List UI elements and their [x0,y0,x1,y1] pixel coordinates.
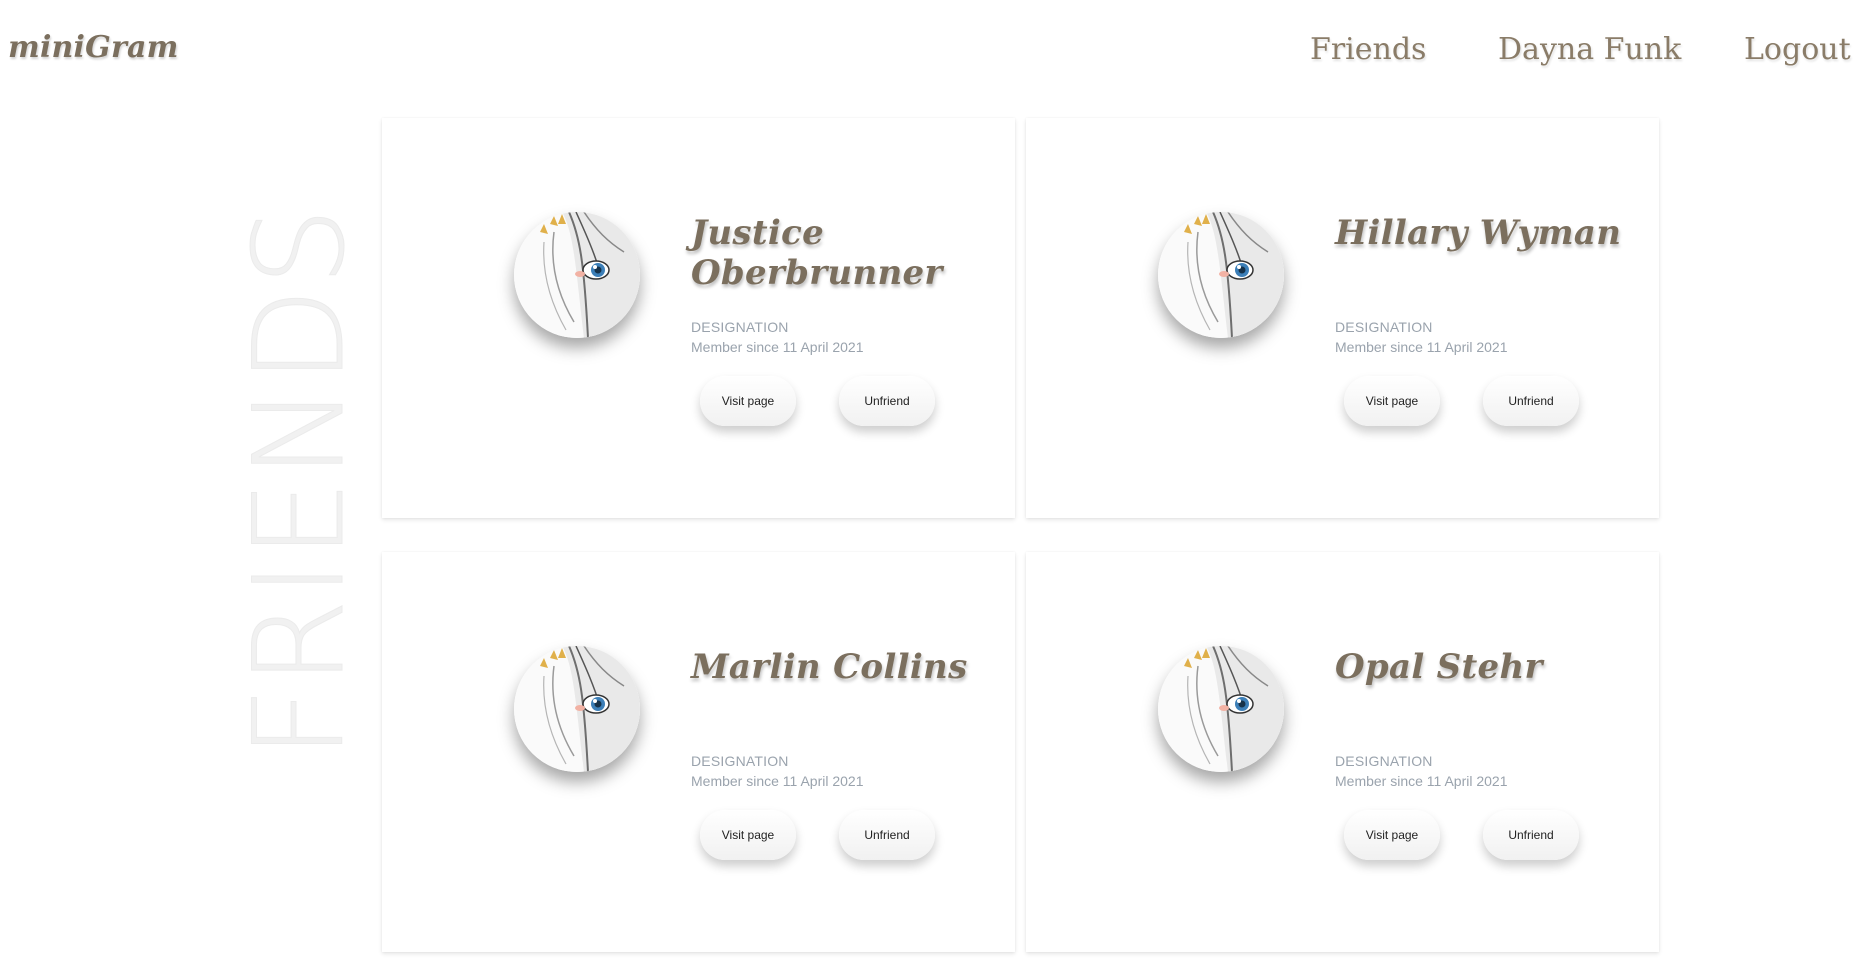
friend-name[interactable]: Marlin Collins [691,647,981,687]
nav-logout-link[interactable]: Logout [1744,32,1851,67]
member-since-text: Member since 11 April 2021 [1335,773,1508,789]
visit-page-button[interactable]: Visit page [700,376,796,426]
unfriend-button[interactable]: Unfriend [1483,376,1579,426]
avatar [514,646,640,772]
nav-friends-link[interactable]: Friends [1310,32,1426,67]
member-since-text: Member since 11 April 2021 [691,339,864,355]
unfriend-button[interactable]: Unfriend [839,376,935,426]
friend-designation: DESIGNATION [1335,753,1433,769]
avatar [514,212,640,338]
avatar [1158,212,1284,338]
anime-girl-avatar-icon [1158,212,1284,338]
anime-girl-avatar-icon [514,212,640,338]
member-since-text: Member since 11 April 2021 [1335,339,1508,355]
visit-page-button[interactable]: Visit page [1344,810,1440,860]
anime-girl-avatar-icon [1158,646,1284,772]
friend-name[interactable]: Hillary Wyman [1335,213,1625,253]
member-since-text: Member since 11 April 2021 [691,773,864,789]
visit-page-button[interactable]: Visit page [700,810,796,860]
friend-card: Justice Oberbrunner DESIGNATION Member s… [382,118,1015,518]
top-navbar: miniGram Friends Dayna Funk Logout [0,0,1875,100]
unfriend-button[interactable]: Unfriend [839,810,935,860]
friend-designation: DESIGNATION [1335,319,1433,335]
avatar [1158,646,1284,772]
unfriend-button[interactable]: Unfriend [1483,810,1579,860]
friend-designation: DESIGNATION [691,753,789,769]
friend-card: Marlin Collins DESIGNATION Member since … [382,552,1015,952]
page-title-vertical: FRIENDS [228,205,373,759]
friend-card: Hillary Wyman DESIGNATION Member since 1… [1026,118,1659,518]
friend-designation: DESIGNATION [691,319,789,335]
friend-name[interactable]: Opal Stehr [1335,647,1625,687]
brand-logo[interactable]: miniGram [8,30,179,65]
friend-card: Opal Stehr DESIGNATION Member since 11 A… [1026,552,1659,952]
nav-user-link[interactable]: Dayna Funk [1498,32,1681,67]
visit-page-button[interactable]: Visit page [1344,376,1440,426]
anime-girl-avatar-icon [514,646,640,772]
friend-name[interactable]: Justice Oberbrunner [691,213,981,293]
